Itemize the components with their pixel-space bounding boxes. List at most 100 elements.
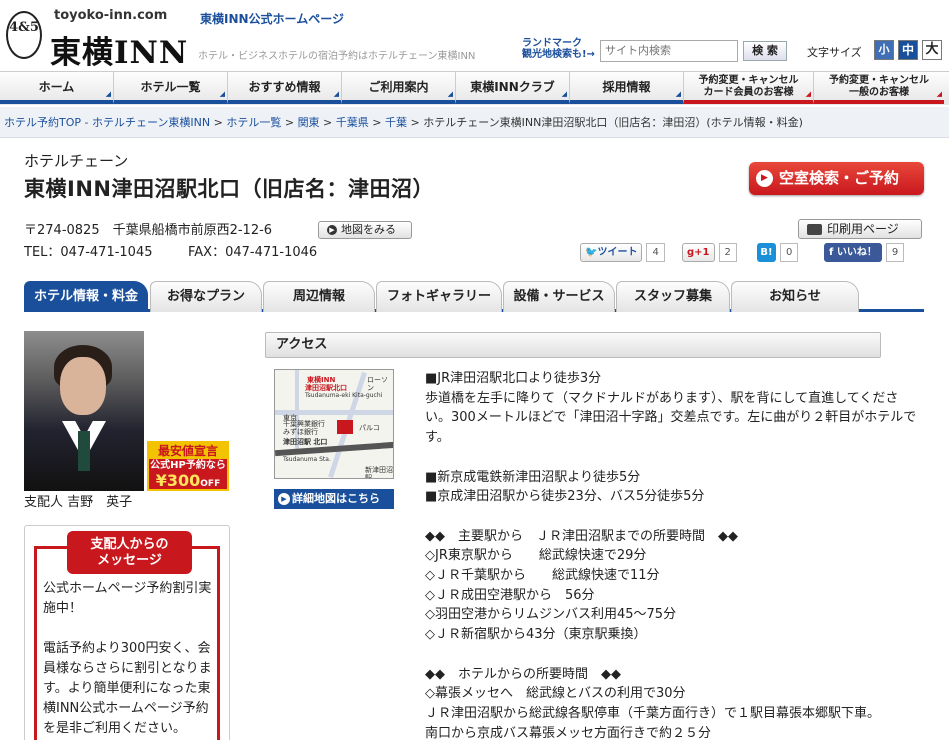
breadcrumb-chiba[interactable]: 千葉 [385, 116, 407, 129]
site-search-input[interactable] [600, 40, 738, 62]
hotel-address: 〒274-0825 千葉県船橋市前原西2-12-6 [24, 223, 273, 238]
access-info: ■JR津田沼駅北口より徒歩3分 歩道橋を左手に降りて（マクドナルドがあります）、… [425, 369, 919, 740]
hotel-tel: TEL：047-471-1045 [24, 245, 153, 260]
twitter-icon: 🐦 [585, 247, 598, 258]
font-size-medium-button[interactable]: 中 [898, 40, 918, 60]
printer-icon [807, 224, 822, 235]
nav-corner-icon: ◢ [675, 90, 681, 98]
nav-member-change-cancel[interactable]: 予約変更・キャンセル カード会員のお客様 ◢ [684, 72, 814, 104]
access-map-thumbnail[interactable]: 東横INN 津田沼駅北口 Tsudanuma-eki Kita-guchi ロー… [274, 369, 394, 479]
tab-hotel-info[interactable]: ホテル情報・料金 [24, 281, 148, 312]
access-line: ＪＲ津田沼駅から総武線各駅停車（千葉方面行き）で１駅目幕張本郷駅下車。 [425, 705, 881, 721]
nav-home-label: ホーム [38, 80, 75, 94]
access-line: ◇JR東京駅から 総武線快速で29分 [425, 548, 647, 564]
breadcrumb-chiba-pref[interactable]: 千葉県 [336, 116, 369, 129]
tab-staff-recruit[interactable]: スタッフ募集 [616, 281, 730, 312]
site-url[interactable]: toyoko-inn.com [54, 8, 167, 23]
tab-photo-gallery[interactable]: フォトギャラリー [376, 281, 502, 312]
tab-news[interactable]: お知らせ [731, 281, 859, 312]
tab-facilities[interactable]: 設備・サービス [503, 281, 615, 312]
message-paragraph: 公式ホームページ予約割引実施中！ [43, 581, 212, 616]
nav-home[interactable]: ホーム ◢ [0, 72, 114, 104]
manager-photo [24, 331, 144, 491]
hatena-widget: B! 0 [757, 243, 799, 262]
facebook-like-button[interactable]: f いいね！ [824, 243, 882, 262]
map-label: Tsudanuma-eki Kita-guchi [305, 392, 383, 399]
landmark-line1: ランドマーク [522, 38, 582, 49]
hotel-name: 東横INN津田沼駅北口（旧店名：津田沼） [24, 177, 434, 201]
map-label: みずほ銀行 [283, 428, 318, 436]
detailed-map-button[interactable]: ▶ 詳細地図はこちら [274, 489, 394, 509]
print-page-button[interactable]: 印刷用ページ [798, 219, 922, 239]
member-change-line1: 予約変更・キャンセル [698, 75, 799, 86]
breadcrumb-hotel-list[interactable]: ホテル一覧 [226, 116, 281, 129]
nav-hotel-list-label: ホテル一覧 [140, 80, 201, 94]
tab-plans[interactable]: お得なプラン [150, 281, 262, 312]
view-map-button[interactable]: ▶ 地図をみる [318, 221, 412, 239]
message-heading-line1: 支配人からの [90, 537, 169, 552]
font-size-large-button[interactable]: 大 [922, 40, 942, 60]
nav-recommended-label: おすすめ情報 [248, 80, 321, 94]
access-line: ◆◆ 主要駅から ＪＲ津田沼駅までの所要時間 ◆◆ [425, 528, 738, 544]
play-icon: ▶ [278, 493, 290, 505]
font-size-label: 文字サイズ [807, 46, 862, 59]
map-label: 東横INN [307, 376, 336, 384]
nav-guide[interactable]: ご利用案内 ◢ [342, 72, 456, 104]
breadcrumb-kanto[interactable]: 関東 [298, 116, 320, 129]
manager-name: 支配人 吉野 英子 [24, 495, 133, 510]
breadcrumb-top[interactable]: ホテル予約TOP - ホテルチェーン東横INN [4, 116, 210, 129]
access-line: 歩道橋を左手に降りて（マクドナルドがあります）、駅を背にして直進してください。3… [425, 390, 917, 446]
access-line: ■京成津田沼駅から徒歩23分、バス5分徒歩5分 [425, 489, 705, 505]
map-label: 新津田沼駅 [365, 466, 393, 479]
tab-surroundings[interactable]: 周辺情報 [263, 281, 375, 312]
tweet-widget: 🐦ツイート 4 [580, 243, 665, 262]
breadcrumb-separator: > [368, 116, 385, 129]
map-label: Tsudanuma Sta. [283, 456, 331, 463]
logo-emblem[interactable]: 4&5 [6, 11, 42, 59]
nav-guide-label: ご利用案内 [368, 80, 429, 94]
general-change-line2: 一般のお客様 [849, 87, 909, 98]
hatena-bookmark-button[interactable]: B! [757, 243, 776, 262]
breadcrumb-separator: > [210, 116, 227, 129]
reserve-button[interactable]: ▶ 空室検索・ご予約 [749, 162, 924, 195]
nav-corner-icon: ◢ [561, 90, 567, 98]
badge-line3: ¥300OFF [155, 471, 221, 490]
search-button[interactable]: 検 索 [743, 41, 787, 61]
nav-corner-icon: ◢ [805, 90, 811, 98]
nav-recruit[interactable]: 採用情報 ◢ [570, 72, 684, 104]
nav-club-label: 東横INNクラブ [470, 80, 555, 94]
lowest-price-badge[interactable]: 最安値宣言 公式HP予約なら ¥300OFF [147, 441, 229, 491]
access-line: ◇ＪＲ千葉駅から 総武線快速で11分 [425, 568, 660, 583]
site-header: 4&5 toyoko-inn.com 東横INN 東横INN公式ホームページ ホ… [0, 0, 949, 72]
map-label: パルコ [359, 424, 380, 432]
facebook-like-widget: f いいね！ 9 [824, 243, 905, 262]
map-label: ローソン [367, 376, 388, 392]
official-homepage-link[interactable]: 東横INN公式ホームページ [200, 10, 344, 27]
hotel-marker-icon [337, 420, 353, 434]
gplus-widget: g+1 2 [682, 243, 737, 262]
nav-recommended[interactable]: おすすめ情報 ◢ [228, 72, 342, 104]
play-icon: ▶ [756, 170, 773, 187]
logo-name[interactable]: 東横INN [50, 27, 188, 72]
landmark-search-link[interactable]: ランドマーク 観光地検索も!→ [522, 38, 595, 60]
gplus-button[interactable]: g+1 [682, 243, 715, 262]
print-page-label: 印刷用ページ [827, 222, 899, 236]
badge-line1: 最安値宣言 [149, 443, 227, 459]
breadcrumb-separator: > [407, 116, 424, 129]
nav-club[interactable]: 東横INNクラブ ◢ [456, 72, 570, 104]
font-size-small-button[interactable]: 小 [874, 40, 894, 60]
access-line: ◇ＪＲ成田空港駅から 56分 [425, 587, 595, 603]
nav-hotel-list[interactable]: ホテル一覧 ◢ [114, 72, 228, 104]
map-label: 津田沼駅北口 [305, 384, 347, 392]
access-line: ◇幕張メッセへ 総武線とバスの利用で30分 [425, 686, 686, 702]
gplus-count: 2 [718, 243, 737, 262]
message-heading-line2: メッセージ [97, 553, 162, 568]
map-label: 東京 [283, 414, 297, 422]
tweet-label: ツイート [597, 247, 638, 258]
facebook-like-count: 9 [885, 243, 905, 262]
tweet-button[interactable]: 🐦ツイート [580, 243, 643, 262]
main-navigation: ホーム ◢ ホテル一覧 ◢ おすすめ情報 ◢ ご利用案内 ◢ 東横INNクラブ ◢ 採用情… [0, 71, 949, 105]
nav-recruit-label: 採用情報 [602, 80, 651, 94]
nav-general-change-cancel[interactable]: 予約変更・キャンセル 一般のお客様 ◢ [814, 72, 944, 104]
access-line: ◇羽田空港からリムジンバス利用45～75分 [425, 607, 677, 623]
